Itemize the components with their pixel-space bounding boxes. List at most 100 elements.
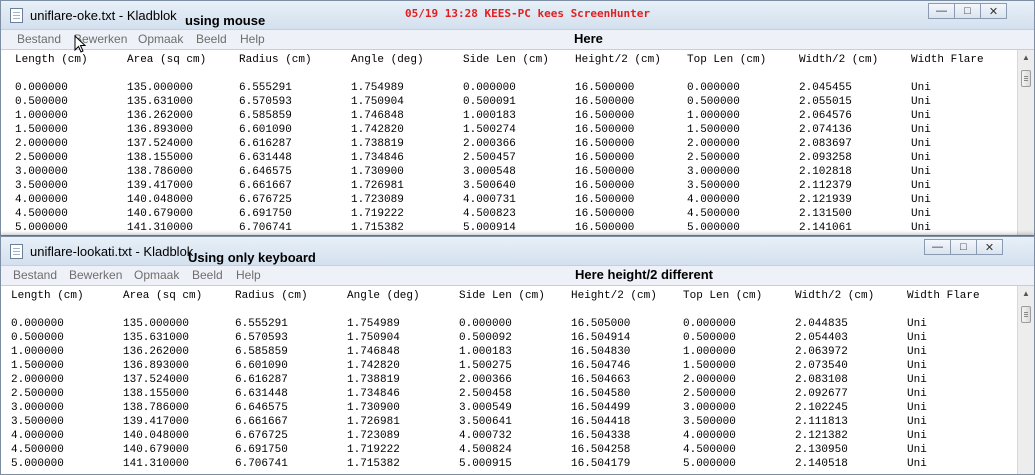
table-cell: 2.000000 xyxy=(15,138,68,150)
vertical-scrollbar[interactable]: ▲ xyxy=(1017,50,1034,235)
title-bar[interactable]: uniflare-oke.txt - Kladblok using mouse … xyxy=(1,1,1034,29)
menu-bewerken[interactable]: Bewerken xyxy=(69,268,122,282)
table-cell: 6.601090 xyxy=(235,360,288,372)
table-cell: 5.000000 xyxy=(15,222,68,234)
table-cell: 1.500000 xyxy=(11,360,64,372)
table-cell: 136.262000 xyxy=(127,110,194,122)
scroll-up-icon[interactable]: ▲ xyxy=(1020,288,1032,300)
table-cell: 1.730900 xyxy=(351,166,404,178)
column-header: Width Flare xyxy=(907,290,980,302)
table-cell: 2.093258 xyxy=(799,152,852,164)
menu-bestand[interactable]: Bestand xyxy=(13,268,57,282)
table-cell: 0.500091 xyxy=(463,96,516,108)
column-header: Angle (deg) xyxy=(347,290,420,302)
minimize-button[interactable]: — xyxy=(928,3,955,19)
table-cell: 2.000000 xyxy=(11,374,64,386)
table-cell: 2.044835 xyxy=(795,318,848,330)
column-header: Width/2 (cm) xyxy=(799,54,879,66)
table-cell: 16.504258 xyxy=(571,444,631,456)
table-cell: 2.000000 xyxy=(687,138,740,150)
title-bar[interactable]: uniflare-lookati.txt - Kladblok Using on… xyxy=(1,237,1034,265)
menu-help[interactable]: Help xyxy=(236,268,261,282)
table-cell: 138.786000 xyxy=(127,166,194,178)
notepad-window-oke[interactable]: uniflare-oke.txt - Kladblok using mouse … xyxy=(0,0,1035,236)
table-cell: 3.000000 xyxy=(15,166,68,178)
table-cell: 16.500000 xyxy=(575,180,635,192)
table-cell: 2.130950 xyxy=(795,444,848,456)
table-cell: 138.155000 xyxy=(123,388,190,400)
menu-opmaak[interactable]: Opmaak xyxy=(138,32,183,46)
close-button[interactable]: ✕ xyxy=(976,239,1003,255)
menu-opmaak[interactable]: Opmaak xyxy=(134,268,179,282)
table-cell: 1.500000 xyxy=(683,360,736,372)
table-cell: Uni xyxy=(911,96,931,108)
scroll-thumb[interactable] xyxy=(1021,70,1031,87)
notepad-window-lookati[interactable]: uniflare-lookati.txt - Kladblok Using on… xyxy=(0,236,1035,475)
table-cell: 0.000000 xyxy=(11,318,64,330)
table-cell: 2.102245 xyxy=(795,402,848,414)
scroll-thumb[interactable] xyxy=(1021,306,1031,323)
notepad-icon xyxy=(10,244,23,259)
table-cell: 2.141061 xyxy=(799,222,852,234)
table-cell: 1.000000 xyxy=(15,110,68,122)
table-cell: 140.679000 xyxy=(127,208,194,220)
table-cell: 1.734846 xyxy=(347,388,400,400)
text-area[interactable]: Length (cm) Area (sq cm) Radius (cm) Angle … xyxy=(1,286,1017,474)
table-cell: 6.646575 xyxy=(235,402,288,414)
minimize-button[interactable]: — xyxy=(924,239,951,255)
menu-help[interactable]: Help xyxy=(240,32,265,46)
table-cell: 16.504663 xyxy=(571,374,631,386)
table-cell: 140.679000 xyxy=(123,444,190,456)
maximize-button[interactable]: □ xyxy=(954,3,981,19)
table-cell: 1.719222 xyxy=(351,208,404,220)
table-cell: 16.500000 xyxy=(575,82,635,94)
screenhunter-stamp: 05/19 13:28 KEES-PC kees ScreenHunter xyxy=(405,7,651,20)
text-area[interactable]: Length (cm) Area (sq cm) Radius (cm) Angle … xyxy=(1,50,1017,235)
table-cell: 4.000000 xyxy=(687,194,740,206)
table-cell: 1.500275 xyxy=(459,360,512,372)
table-cell: 16.505000 xyxy=(571,318,631,330)
table-cell: 0.500092 xyxy=(459,332,512,344)
annotation-using-mouse: using mouse xyxy=(185,13,266,28)
notepad-icon xyxy=(10,8,23,23)
table-cell: 1.726981 xyxy=(347,416,400,428)
close-icon: ✕ xyxy=(988,5,999,18)
menu-beeld[interactable]: Beeld xyxy=(196,32,227,46)
table-cell: 135.631000 xyxy=(123,332,190,344)
table-cell: 16.504179 xyxy=(571,458,631,470)
table-cell: 4.000000 xyxy=(15,194,68,206)
table-cell: 2.121939 xyxy=(799,194,852,206)
table-cell: 16.504830 xyxy=(571,346,631,358)
menu-beeld[interactable]: Beeld xyxy=(192,268,223,282)
column-header: Length (cm) xyxy=(11,290,84,302)
close-button[interactable]: ✕ xyxy=(980,3,1007,19)
table-cell: 0.000000 xyxy=(463,82,516,94)
table-cell: 140.048000 xyxy=(123,430,190,442)
table-cell: Uni xyxy=(907,374,927,386)
table-cell: 6.661667 xyxy=(235,416,288,428)
table-cell: 3.000000 xyxy=(11,402,64,414)
table-cell: 1.742820 xyxy=(347,360,400,372)
scroll-up-icon[interactable]: ▲ xyxy=(1020,52,1032,64)
table-cell: 138.155000 xyxy=(127,152,194,164)
table-cell: 6.631448 xyxy=(235,388,288,400)
table-cell: 16.500000 xyxy=(575,208,635,220)
table-cell: 4.500000 xyxy=(687,208,740,220)
table-cell: 4.500000 xyxy=(683,444,736,456)
window-title: uniflare-oke.txt - Kladblok xyxy=(30,8,177,23)
table-cell: Uni xyxy=(907,318,927,330)
table-cell: 2.112379 xyxy=(799,180,852,192)
menu-bestand[interactable]: Bestand xyxy=(17,32,61,46)
column-header: Top Len (cm) xyxy=(687,54,767,66)
maximize-button[interactable]: □ xyxy=(950,239,977,255)
table-cell: Uni xyxy=(907,402,927,414)
table-cell: 5.000914 xyxy=(463,222,516,234)
table-cell: 2.000366 xyxy=(459,374,512,386)
table-cell: 3.000000 xyxy=(687,166,740,178)
vertical-scrollbar[interactable]: ▲ xyxy=(1017,286,1034,474)
minimize-icon: — xyxy=(932,241,943,253)
table-cell: 1.000000 xyxy=(683,346,736,358)
table-cell: 16.500000 xyxy=(575,110,635,122)
table-cell: 1.750904 xyxy=(347,332,400,344)
table-cell: 1.742820 xyxy=(351,124,404,136)
